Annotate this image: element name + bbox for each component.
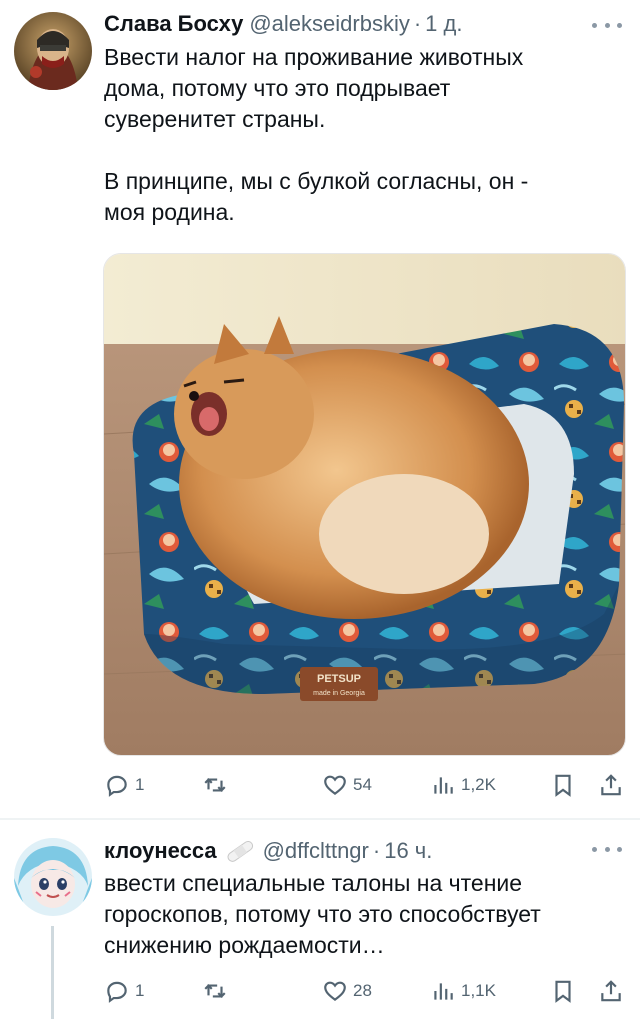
heart-icon	[324, 981, 346, 1002]
retweet-button[interactable]	[202, 770, 233, 800]
views-icon	[434, 777, 453, 794]
tweet-actions: 1 54 1,2K	[104, 770, 624, 800]
thread-line	[51, 926, 54, 1019]
user-handle[interactable]: @dffclttngr	[263, 838, 369, 864]
views-count: 1,1K	[461, 981, 496, 1000]
reply-icon	[107, 775, 127, 797]
avatar[interactable]	[14, 838, 92, 916]
timestamp[interactable]: 16 ч.	[384, 838, 432, 864]
bookmark-icon	[555, 774, 571, 797]
reply-button[interactable]: 1	[104, 770, 144, 800]
reply-button[interactable]: 1	[104, 976, 144, 1006]
views-count: 1,2K	[461, 775, 496, 794]
user-handle[interactable]: @alekseidrbskiy	[249, 11, 410, 37]
bookmark-icon	[555, 980, 571, 1003]
share-icon	[601, 980, 621, 1002]
like-button[interactable]: 54	[322, 770, 372, 800]
reply-count: 1	[135, 775, 145, 794]
share-icon	[601, 774, 621, 796]
views-button[interactable]: 1,2K	[430, 770, 496, 800]
bookmark-button[interactable]	[550, 976, 576, 1006]
reply-count: 1	[135, 981, 145, 1000]
retweet-button[interactable]	[202, 976, 233, 1006]
like-count: 28	[353, 981, 372, 1000]
tweet[interactable]: Слава Босху @alekseidrbskiy · 1 д. Ввест…	[0, 0, 640, 818]
tweet-actions: 1 28 1,1K	[104, 976, 624, 1006]
bandage-emoji-icon	[227, 840, 253, 862]
like-count: 54	[353, 775, 372, 794]
display-name[interactable]: клоунесса	[104, 838, 217, 864]
share-button[interactable]	[598, 976, 624, 1006]
timestamp[interactable]: 1 д.	[425, 11, 462, 37]
views-button[interactable]: 1,1K	[430, 976, 496, 1006]
retweet-icon	[204, 984, 226, 998]
display-name[interactable]: Слава Босху	[104, 11, 243, 37]
tweet-photo[interactable]: PETSUP made in Georgia	[103, 253, 626, 756]
retweet-icon	[204, 778, 226, 792]
avatar[interactable]	[14, 12, 92, 90]
tweet-header: клоунесса @dffclttngr · 16 ч.	[104, 838, 432, 864]
tweet-text: Ввести налог на проживание животных дома…	[104, 44, 529, 225]
tweet-text: ввести специальные талоны на чтение горо…	[104, 870, 541, 958]
separator-dot: ·	[372, 838, 381, 863]
share-button[interactable]	[598, 770, 624, 800]
more-icon[interactable]	[592, 18, 622, 32]
views-icon	[434, 983, 453, 1000]
bed-label-sub: made in Georgia	[313, 690, 365, 697]
separator-dot: ·	[413, 11, 422, 36]
reply-icon	[107, 981, 127, 1003]
heart-icon	[324, 775, 346, 796]
tweet[interactable]: клоунесса @dffclttngr · 16 ч. ввести спе…	[0, 818, 640, 1019]
bookmark-button[interactable]	[550, 770, 576, 800]
more-icon[interactable]	[592, 842, 622, 856]
bed-label-brand: PETSUP	[317, 673, 361, 685]
tweet-header: Слава Босху @alekseidrbskiy · 1 д.	[104, 11, 462, 37]
like-button[interactable]: 28	[322, 976, 372, 1006]
